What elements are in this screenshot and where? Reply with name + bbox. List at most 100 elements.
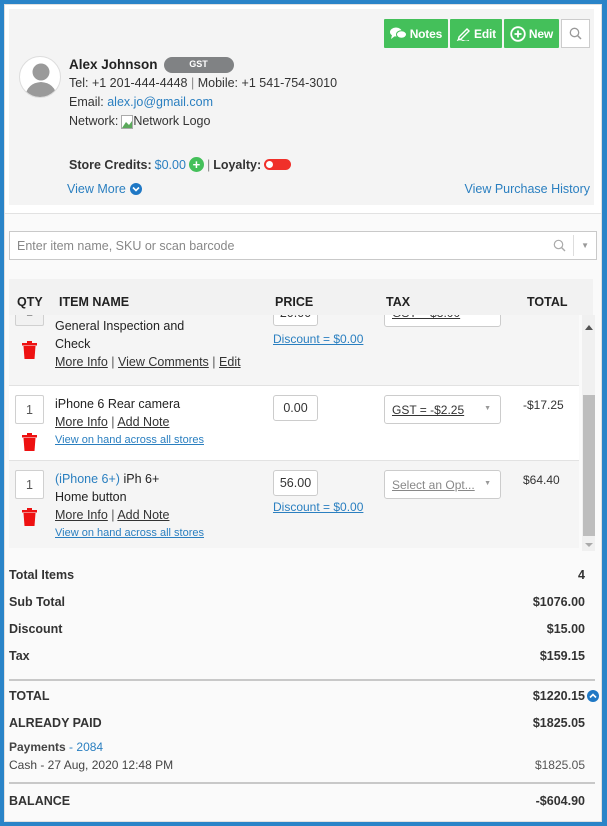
delete-icon[interactable] — [22, 341, 37, 359]
total-items-row: Total Items 4 — [9, 568, 585, 582]
add-credit-icon[interactable]: + — [188, 157, 204, 172]
price-input[interactable]: 20.00 — [273, 315, 318, 326]
edit-button[interactable]: Edit — [450, 19, 502, 48]
already-paid-row: ALREADY PAID $1825.05 — [9, 716, 585, 730]
header-tax: TAX — [386, 295, 411, 309]
price-input[interactable]: 0.00 — [273, 395, 318, 421]
view-comments-link[interactable]: View Comments — [118, 355, 209, 369]
add-note-link[interactable]: Add Note — [117, 415, 169, 429]
plus-circle-icon — [510, 25, 526, 42]
total-items-value: 4 — [578, 568, 585, 582]
payments-label: Payments — [9, 740, 66, 754]
stock-link[interactable]: View on hand across all stores — [55, 431, 204, 449]
balance-label: BALANCE — [9, 794, 71, 808]
pencil-icon — [456, 27, 471, 41]
view-more-link[interactable]: View More — [67, 182, 142, 196]
item-name-text: iPhone 6 Rear camera — [55, 397, 181, 411]
more-info-link[interactable]: More Info — [55, 508, 108, 522]
delete-icon[interactable] — [22, 433, 37, 451]
total-value: $1220.15 — [532, 689, 585, 703]
item-name: (iPhone 6+) iPh 6+ Home button More Info… — [55, 470, 204, 542]
loyalty-label: Loyalty: — [213, 157, 262, 172]
item-name: iPhone 6 Rear camera More Info | Add Not… — [55, 395, 204, 449]
new-label: New — [528, 26, 553, 41]
qty-input[interactable]: 1 — [15, 315, 44, 326]
balance-row: BALANCE -$604.90 — [9, 794, 585, 808]
email-link[interactable]: alex.jo@gmail.com — [107, 95, 213, 109]
item-model-link[interactable]: (iPhone 6+) — [55, 472, 120, 486]
item-name: General Inspection and Check More Info |… — [55, 319, 241, 369]
item-name-line2: Check — [55, 337, 91, 351]
search-divider — [573, 235, 574, 256]
store-credits-value[interactable]: $0.00 — [155, 158, 186, 172]
tax-select[interactable]: Select an Opt... ▼ — [384, 470, 501, 499]
item-name-line1: General Inspection and — [55, 319, 185, 333]
search-icon — [569, 27, 582, 40]
tax-value: GST = -$2.25 — [392, 402, 465, 417]
tax-select[interactable]: GST = -$2.25 ▼ — [384, 395, 501, 424]
total-label: TOTAL — [9, 689, 50, 703]
loyalty-toggle[interactable] — [264, 159, 292, 170]
discount-link[interactable]: Discount = $0.00 — [273, 332, 363, 346]
customer-name: Alex Johnson — [69, 57, 158, 72]
dropdown-caret-icon: ▼ — [484, 480, 491, 487]
notes-label: Notes — [409, 26, 443, 41]
edit-link[interactable]: Edit — [219, 355, 241, 369]
item-search-box: ▼ — [9, 231, 597, 260]
broken-image-icon — [121, 114, 134, 129]
stock-link[interactable]: View on hand across all stores — [55, 524, 204, 542]
discount-link[interactable]: Discount = $0.00 — [273, 500, 363, 514]
customer-search-button[interactable] — [561, 19, 590, 48]
mobile-value: +1 541-754-3010 — [241, 76, 338, 90]
view-purchase-history-link[interactable]: View Purchase History — [464, 182, 590, 196]
cart-rows: 1 General Inspection and Check More Info… — [9, 315, 579, 548]
search-icon[interactable] — [553, 239, 566, 252]
discount-value: $15.00 — [546, 622, 585, 636]
tax-select[interactable]: GST = $3.00 ▼ — [384, 315, 501, 327]
header-price: PRICE — [275, 295, 314, 309]
tax-badge: GST — [163, 56, 234, 73]
payment-id-link[interactable]: 2084 — [76, 740, 103, 754]
network-label: Network: — [69, 114, 119, 128]
price-input[interactable]: 56.00 — [273, 470, 318, 496]
more-info-link[interactable]: More Info — [55, 415, 108, 429]
cart-scrollbar[interactable] — [582, 315, 595, 551]
scroll-down-arrow-icon[interactable] — [585, 543, 593, 547]
item-search-input[interactable] — [10, 232, 530, 259]
email-line: Email: alex.jo@gmail.com — [69, 93, 337, 112]
qty-input[interactable]: 1 — [15, 470, 44, 499]
email-label: Email: — [69, 95, 104, 109]
tax-total-value: $159.15 — [539, 649, 585, 663]
header-qty: QTY — [17, 295, 43, 309]
add-note-link[interactable]: Add Note — [117, 508, 169, 522]
already-paid-value: $1825.05 — [532, 716, 585, 730]
grand-total-row: TOTAL $1220.15 — [9, 689, 585, 703]
dropdown-caret-icon[interactable]: ▼ — [581, 241, 589, 250]
user-silhouette-icon — [25, 63, 57, 97]
tel-label: Tel: — [69, 76, 89, 90]
phone-line: Tel: +1 201-444-4448 | Mobile: +1 541-75… — [69, 76, 338, 90]
tax-label: Tax — [9, 649, 30, 663]
scrollbar-thumb[interactable] — [583, 395, 595, 536]
chevron-up-icon[interactable] — [587, 690, 599, 702]
header-item-name: ITEM NAME — [59, 295, 130, 309]
payment-amount: $1825.05 — [534, 758, 585, 772]
scroll-up-arrow-icon[interactable] — [585, 325, 593, 330]
credits-row: Store Credits: $0.00 + | Loyalty: — [69, 157, 292, 172]
item-name-line1: iPh 6+ — [123, 472, 160, 486]
qty-input[interactable]: 1 — [15, 395, 44, 424]
delete-icon[interactable] — [22, 508, 37, 526]
store-credits-label: Store Credits: — [69, 157, 152, 172]
balance-value: -$604.90 — [535, 794, 585, 808]
discount-row: Discount $15.00 — [9, 622, 585, 636]
divider — [9, 679, 595, 681]
discount-label: Discount — [9, 622, 63, 636]
more-info-link[interactable]: More Info — [55, 355, 108, 369]
network-line: Network: Network Logo — [69, 112, 337, 131]
customer-card: Notes Edit New Alex Johnson GST Tel: +1 … — [9, 9, 594, 205]
notes-button[interactable]: Notes — [383, 19, 449, 48]
table-row: 1 iPhone 6 Rear camera More Info | Add N… — [9, 386, 579, 461]
new-button[interactable]: New — [503, 19, 559, 48]
cart-table-header: QTY ITEM NAME PRICE TAX TOTAL — [9, 279, 593, 315]
network-logo-alt: Network Logo — [133, 114, 211, 128]
